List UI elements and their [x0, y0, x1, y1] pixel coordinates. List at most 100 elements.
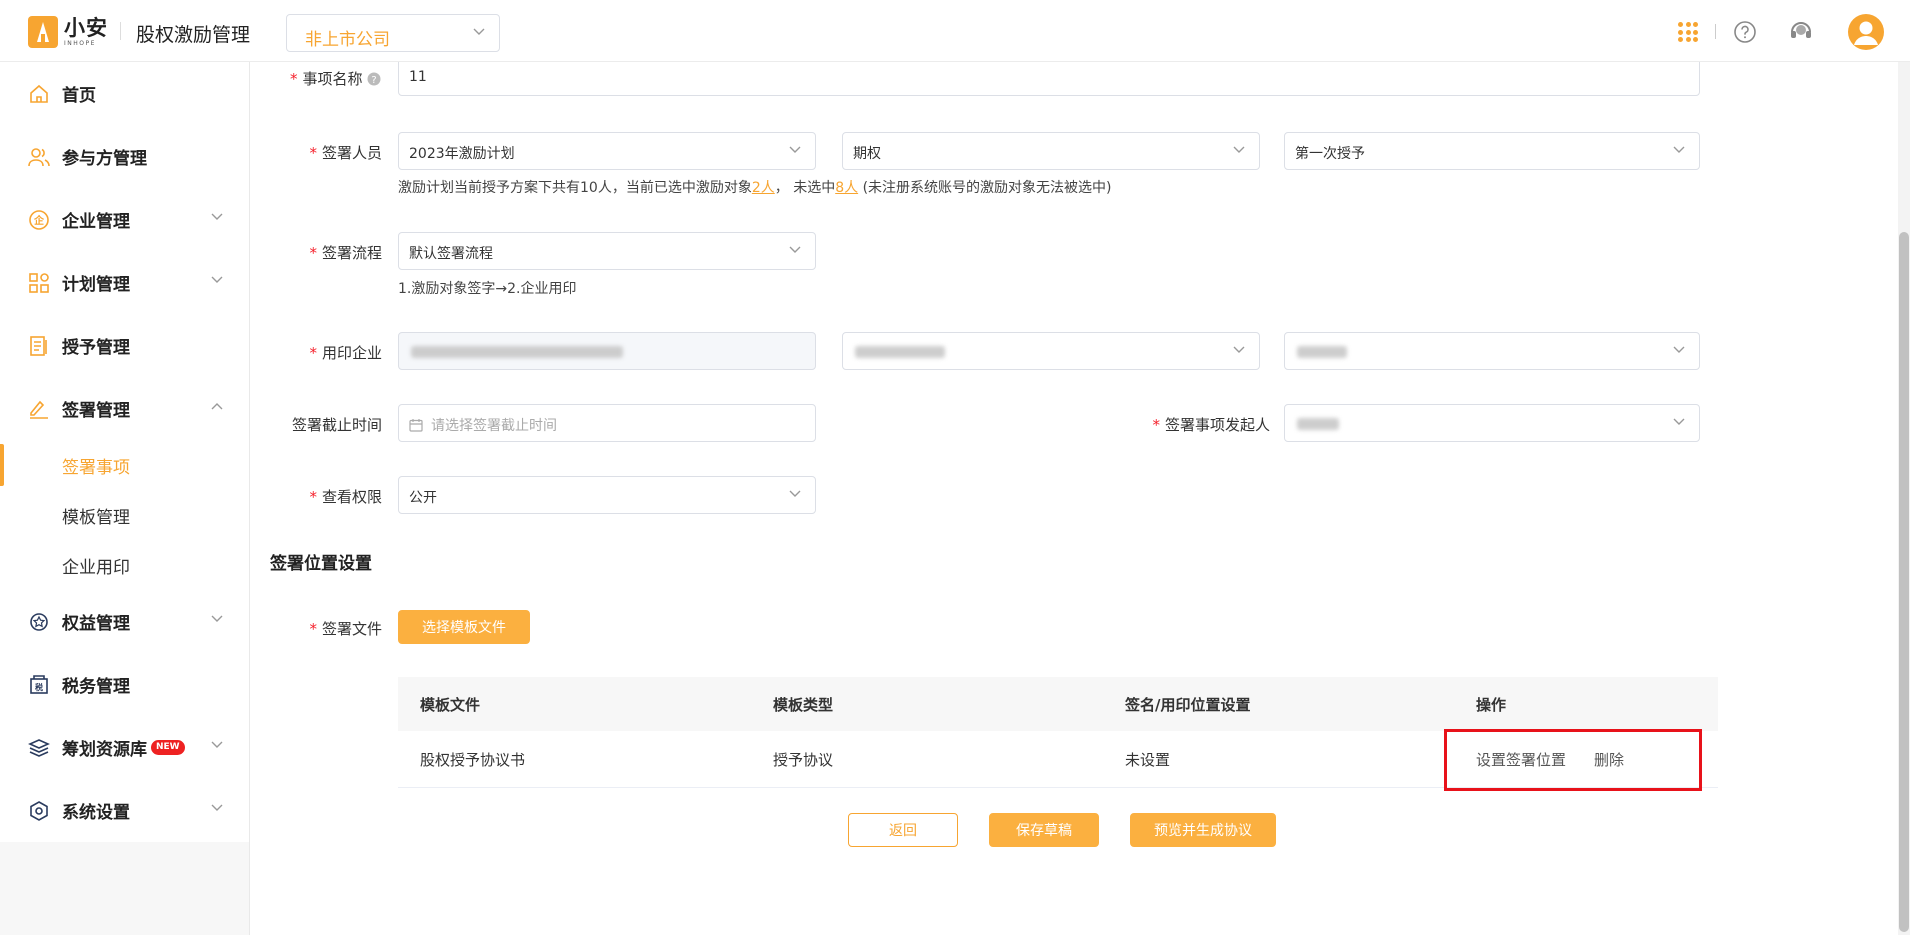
svg-text:?: ? — [372, 75, 377, 86]
svg-text:税: 税 — [35, 682, 43, 692]
settings-icon — [28, 800, 50, 822]
logo-subtitle: INHOPE — [64, 39, 96, 47]
row-actions: 设置签署位置 删除 — [1476, 731, 1652, 787]
preview-generate-button[interactable]: 预览并生成协议 — [1130, 813, 1276, 847]
sidebar-item-tax[interactable]: 税 税务管理 — [0, 653, 249, 716]
divider — [120, 22, 121, 40]
logo-name: 小安 — [64, 15, 108, 40]
enterprise-icon: 企 — [28, 209, 50, 231]
calendar-icon — [409, 419, 423, 432]
chevron-down-icon — [1233, 146, 1245, 153]
signer-label: * 签署人员 — [309, 144, 382, 162]
template-file-name: 股权授予协议书 — [420, 750, 526, 769]
sidebar-item-label: 计划管理 — [62, 275, 130, 295]
section-title: 签署位置设置 — [270, 554, 372, 574]
chevron-down-icon — [211, 741, 223, 748]
plan-icon — [28, 272, 50, 294]
sidebar-item-label: 权益管理 — [62, 614, 130, 634]
user-avatar[interactable] — [1848, 14, 1884, 50]
redacted-text — [1297, 346, 1347, 358]
customer-service-icon[interactable] — [1788, 18, 1814, 44]
sidebar-menu: 首页 参与方管理 企 企业管理 计划管理 授予管理 签署管理 签署事项 模板管理… — [0, 62, 249, 842]
help-icon[interactable] — [1733, 20, 1757, 44]
redacted-text — [855, 346, 945, 358]
sidebar-item-sign[interactable]: 签署管理 — [0, 377, 249, 440]
sidebar-item-plan[interactable]: 计划管理 — [0, 251, 249, 314]
position-status: 未设置 — [1125, 750, 1171, 769]
scrollbar-thumb[interactable] — [1899, 232, 1909, 932]
sidebar-item-settings[interactable]: 系统设置 — [0, 779, 249, 842]
item-name-input[interactable]: 11 — [398, 62, 1700, 96]
top-header: 小安 INHOPE 股权激励管理 非上市公司 — [0, 0, 1910, 62]
delete-link[interactable]: 删除 — [1594, 749, 1624, 770]
info-icon[interactable]: ? — [367, 72, 381, 86]
company-type-value: 非上市公司 — [305, 30, 390, 50]
seal-company-input — [398, 332, 816, 370]
sidebar-item-label: 系统设置 — [62, 803, 130, 823]
sidebar-item-equity[interactable]: 权益管理 — [0, 590, 249, 653]
company-type-select[interactable]: 非上市公司 — [286, 14, 500, 52]
equity-icon — [28, 611, 50, 633]
chevron-down-icon — [1673, 418, 1685, 425]
sidebar-subitem-sign-items[interactable]: 签署事项 — [0, 440, 249, 490]
back-button[interactable]: 返回 — [848, 813, 958, 847]
sidebar-item-participants[interactable]: 参与方管理 — [0, 125, 249, 188]
redacted-text — [1297, 418, 1339, 430]
table-header: 模板文件 模板类型 签名/用印位置设置 操作 — [398, 677, 1718, 731]
column-header: 签名/用印位置设置 — [1125, 695, 1251, 714]
main-content: * 事项名称 ? 11 * 签署人员 2023年激励计划 期权 第一次授予 激励计划… — [250, 62, 1910, 935]
apps-grid-icon[interactable] — [1678, 22, 1698, 42]
seal-select[interactable] — [842, 332, 1260, 370]
sidebar-item-grant[interactable]: 授予管理 — [0, 314, 249, 377]
unselected-count-link[interactable]: 8人 — [835, 180, 858, 196]
chevron-up-icon — [211, 403, 223, 410]
seal-operator-select[interactable] — [1284, 332, 1700, 370]
divider — [1715, 24, 1716, 39]
chevron-down-icon — [211, 804, 223, 811]
scrollbar-track[interactable] — [1898, 62, 1910, 935]
chevron-down-icon — [1233, 346, 1245, 353]
signer-type-select[interactable]: 期权 — [842, 132, 1260, 170]
sidebar-subitem-enterprise-seal[interactable]: 企业用印 — [0, 540, 249, 590]
sidebar-item-enterprise[interactable]: 企 企业管理 — [0, 188, 249, 251]
flow-select[interactable]: 默认签署流程 — [398, 232, 816, 270]
item-name-label: * 事项名称 ? — [290, 68, 381, 89]
sidebar-subitem-templates[interactable]: 模板管理 — [0, 490, 249, 540]
sidebar-item-home[interactable]: 首页 — [0, 62, 249, 125]
view-permission-select[interactable]: 公开 — [398, 476, 816, 514]
deadline-label: 签署截止时间 — [291, 416, 382, 434]
chevron-down-icon — [211, 276, 223, 283]
initiator-select[interactable] — [1284, 404, 1700, 442]
flow-hint: 1.激励对象签字→2.企业用印 — [398, 281, 577, 297]
redacted-text — [411, 346, 623, 358]
chevron-down-icon — [1673, 146, 1685, 153]
sign-file-label: * 签署文件 — [309, 620, 382, 638]
user-icon — [1854, 21, 1878, 45]
logo-icon — [28, 16, 58, 48]
signer-batch-select[interactable]: 第一次授予 — [1284, 132, 1700, 170]
set-sign-position-link[interactable]: 设置签署位置 — [1476, 749, 1566, 770]
logo[interactable]: 小安 INHOPE — [28, 16, 108, 48]
seal-company-label: * 用印企业 — [309, 344, 382, 362]
sidebar-item-resources[interactable]: 筹划资源库 NEW — [0, 716, 249, 779]
app-title: 股权激励管理 — [136, 24, 251, 46]
chevron-down-icon — [1673, 346, 1685, 353]
flow-label: * 签署流程 — [309, 244, 382, 262]
deadline-datepicker[interactable]: 请选择签署截止时间 — [398, 404, 816, 442]
signer-plan-select[interactable]: 2023年激励计划 — [398, 132, 816, 170]
resource-icon — [28, 737, 50, 759]
choose-template-button[interactable]: 选择模板文件 — [398, 610, 530, 644]
chevron-down-icon — [789, 146, 801, 153]
sidebar: 首页 参与方管理 企 企业管理 计划管理 授予管理 签署管理 签署事项 模板管理… — [0, 62, 250, 935]
sidebar-item-label: 筹划资源库 — [62, 740, 147, 760]
chevron-down-icon — [789, 490, 801, 497]
template-table: 模板文件 模板类型 签名/用印位置设置 操作 股权授予协议书 授予协议 未设置 … — [398, 677, 1718, 788]
column-header: 模板类型 — [773, 695, 834, 714]
chevron-down-icon — [473, 28, 485, 35]
signer-hint: 激励计划当前授予方案下共有10人，当前已选中激励对象2人， 未选中8人 (未注册… — [398, 180, 1112, 196]
save-draft-button[interactable]: 保存草稿 — [989, 813, 1099, 847]
selected-count-link[interactable]: 2人 — [752, 180, 775, 196]
chevron-down-icon — [789, 246, 801, 253]
initiator-label: * 签署事项发起人 — [1152, 416, 1270, 434]
template-type: 授予协议 — [773, 750, 834, 769]
